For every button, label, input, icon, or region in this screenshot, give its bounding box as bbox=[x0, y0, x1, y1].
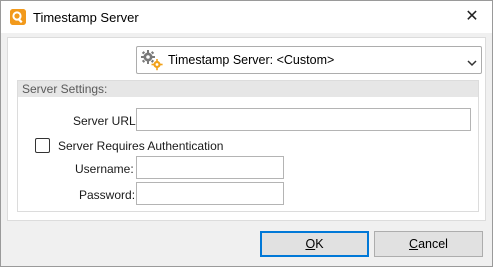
window-title: Timestamp Server bbox=[33, 10, 139, 25]
timestamp-server-dropdown[interactable]: Timestamp Server: <Custom> bbox=[136, 46, 482, 74]
auth-checkbox-label[interactable]: Server Requires Authentication bbox=[58, 139, 223, 153]
close-icon[interactable]: ✕ bbox=[457, 5, 487, 29]
ok-access-key: O bbox=[305, 237, 316, 251]
username-input[interactable] bbox=[136, 156, 284, 179]
server-url-input[interactable] bbox=[136, 108, 471, 131]
chevron-down-icon bbox=[467, 56, 477, 70]
ok-label-rest: K bbox=[315, 237, 324, 251]
auth-checkbox[interactable] bbox=[35, 138, 50, 153]
server-select-value: <Custom> bbox=[276, 53, 335, 67]
ok-button[interactable]: OK bbox=[260, 231, 369, 257]
app-logo-icon bbox=[10, 9, 26, 25]
dialog-content: Timestamp Server: <Custom> Server Settin… bbox=[7, 37, 486, 221]
password-input[interactable] bbox=[136, 182, 284, 205]
gears-icon bbox=[140, 49, 164, 74]
server-url-label: Server URL: bbox=[73, 114, 140, 128]
title-bar[interactable]: Timestamp Server ✕ bbox=[1, 1, 492, 33]
server-select-label: Timestamp Server: bbox=[168, 53, 274, 67]
dialog-window: Timestamp Server ✕ Timestamp Server: <Cu… bbox=[0, 0, 493, 267]
cancel-access-key: C bbox=[409, 237, 419, 251]
cancel-label-rest: ancel bbox=[418, 237, 448, 251]
server-settings-group: Server Settings: Server URL: Server Requ… bbox=[17, 80, 479, 212]
username-label: Username: bbox=[75, 162, 134, 176]
cancel-button[interactable]: Cancel bbox=[374, 231, 483, 257]
password-label: Password: bbox=[79, 188, 136, 202]
server-settings-header: Server Settings: bbox=[18, 81, 478, 97]
server-select-text: Timestamp Server: <Custom> bbox=[168, 53, 334, 67]
